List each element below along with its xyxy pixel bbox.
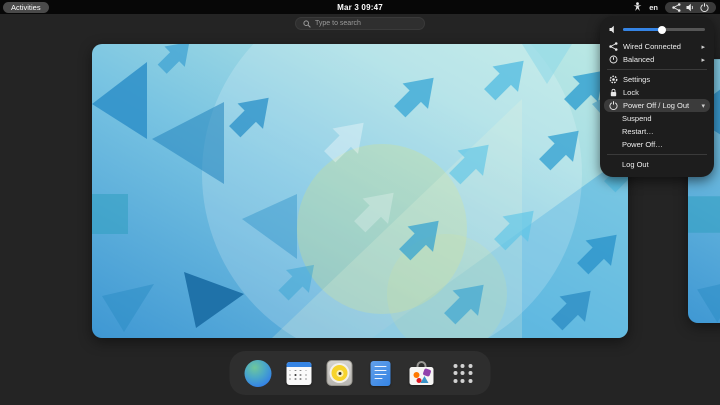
chevron-right-icon: ▸ [701,43,705,51]
search-input[interactable]: Type to search [295,17,425,30]
app-calendar[interactable] [285,359,313,387]
menu-item-power-off[interactable]: Power Off… [604,138,710,151]
menu-item-label: Balanced [623,55,696,64]
gnome-activities-overview: { "topbar": { "activities_label": "Activ… [0,0,720,405]
topbar-status-area: en [633,0,716,14]
menu-item-network[interactable]: Wired Connected ▸ [604,40,710,53]
menu-separator [607,69,707,70]
app-grid-icon [453,364,472,383]
chevron-right-icon: ▸ [701,56,705,64]
volume-slider-row [604,21,710,40]
menu-item-suspend[interactable]: Suspend [604,112,710,125]
activities-button[interactable]: Activities [3,2,49,13]
wired-network-icon [672,3,681,12]
app-software[interactable] [408,359,436,387]
clock[interactable]: Mar 3 09:47 [337,3,383,12]
system-menu: Wired Connected ▸ Balanced ▸ Settings [600,16,714,177]
wallpaper [92,44,628,338]
wired-network-icon [609,42,618,51]
menu-item-label: Lock [623,88,705,97]
workspace-thumbnail-active[interactable] [92,44,628,338]
menu-item-label: Suspend [622,114,705,123]
menu-item-label: Power Off… [622,140,705,149]
volume-slider-handle[interactable] [658,26,666,34]
app-web-browser[interactable] [244,359,272,387]
menu-item-label: Log Out [622,160,705,169]
menu-item-restart[interactable]: Restart… [604,125,710,138]
menu-item-log-out[interactable]: Log Out [604,158,710,171]
activities-label: Activities [11,3,41,12]
software-icon [409,360,435,386]
app-text-editor[interactable] [367,359,395,387]
dash [230,351,491,395]
text-editor-icon [371,361,391,386]
web-browser-icon [244,360,271,387]
volume-slider[interactable] [623,28,705,31]
volume-icon [686,3,695,12]
accessibility-icon[interactable] [633,2,642,12]
menu-item-label: Settings [623,75,705,84]
gear-icon [609,75,618,84]
menu-separator [607,154,707,155]
menu-item-label: Restart… [622,127,705,136]
search-icon [303,20,311,28]
lock-icon [609,88,618,97]
menu-item-label: Wired Connected [623,42,696,51]
speaker-icon [609,25,618,34]
menu-item-lock[interactable]: Lock [604,86,710,99]
system-status-button[interactable] [665,2,716,13]
show-apps-button[interactable] [449,359,477,387]
app-music[interactable] [326,359,354,387]
power-profile-icon [609,55,618,64]
power-icon [700,3,709,12]
music-icon [327,360,353,386]
power-icon [609,101,618,110]
menu-item-label: Power Off / Log Out [623,101,696,110]
menu-item-power-off-log-out[interactable]: Power Off / Log Out ▾ [604,99,710,112]
keyboard-layout-indicator[interactable]: en [649,3,658,12]
chevron-down-icon: ▾ [701,102,705,110]
top-bar: Activities Mar 3 09:47 en [0,0,720,14]
calendar-icon [286,362,311,385]
search-placeholder: Type to search [315,20,361,27]
menu-item-settings[interactable]: Settings [604,73,710,86]
menu-item-power-profile[interactable]: Balanced ▸ [604,53,710,66]
